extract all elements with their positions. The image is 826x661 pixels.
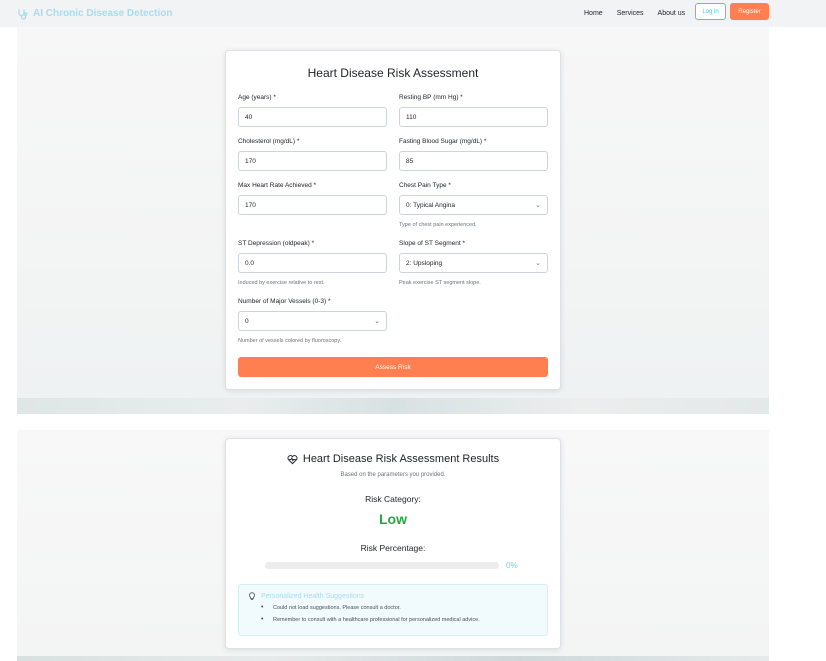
list-item: Remember to consult with a healthcare pr… bbox=[261, 616, 480, 623]
fasting-sugar-label: Fasting Blood Sugar (mg/dL) * bbox=[399, 138, 487, 145]
st-depression-value: 0.0 bbox=[245, 259, 255, 267]
suggestions-title-text: Personalized Health Suggestions bbox=[261, 593, 365, 600]
st-depression-help: Induced by exercise relative to rest. bbox=[238, 280, 325, 286]
register-button[interactable]: Register bbox=[730, 3, 769, 20]
stethoscope-icon bbox=[18, 9, 28, 20]
results-card: Heart Disease Risk Assessment Results Ba… bbox=[225, 438, 561, 649]
nav-home[interactable]: Home bbox=[584, 10, 603, 17]
resting-bp-label: Resting BP (mm Hg) * bbox=[399, 94, 463, 101]
cholesterol-input[interactable]: 170 bbox=[238, 151, 387, 171]
cholesterol-value: 170 bbox=[245, 157, 256, 165]
list-item: Could not load suggestions. Please consu… bbox=[261, 604, 480, 611]
vessels-value: 0 bbox=[245, 317, 249, 325]
risk-progress-bar bbox=[265, 562, 499, 569]
max-hr-value: 170 bbox=[245, 201, 256, 209]
navbar: AI Chronic Disease Detection Home Servic… bbox=[0, 0, 826, 27]
lightbulb-icon bbox=[249, 592, 255, 600]
max-hr-label: Max Heart Rate Achieved * bbox=[238, 182, 317, 189]
chevron-down-icon: ⌄ bbox=[535, 260, 541, 267]
suggestions-title: Personalized Health Suggestions bbox=[248, 592, 364, 601]
vessels-label: Number of Major Vessels (0-3) * bbox=[238, 298, 331, 305]
results-title: Heart Disease Risk Assessment Results bbox=[226, 453, 560, 465]
results-subtitle: Based on the parameters you provided. bbox=[340, 472, 446, 478]
slope-value: 2: Upsloping bbox=[406, 259, 443, 267]
chest-pain-help: Type of chest pain experienced. bbox=[399, 222, 477, 228]
max-hr-input[interactable]: 170 bbox=[238, 195, 387, 215]
st-depression-label: ST Depression (oldpeak) * bbox=[238, 240, 315, 247]
suggestions-list: Could not load suggestions. Please consu… bbox=[261, 604, 480, 629]
health-suggestions-panel: Personalized Health Suggestions Could no… bbox=[238, 584, 548, 636]
nav-services[interactable]: Services bbox=[617, 10, 644, 17]
chevron-down-icon: ⌄ bbox=[374, 318, 380, 325]
cholesterol-label: Cholesterol (mg/dL) * bbox=[238, 138, 300, 145]
brand-name: AI Chronic Disease Detection bbox=[33, 8, 173, 19]
chest-pain-select[interactable]: 0: Typical Angina ⌄ bbox=[399, 195, 548, 215]
login-button[interactable]: Log in bbox=[695, 3, 726, 20]
risk-category-label: Risk Category: bbox=[365, 494, 421, 504]
vessels-select[interactable]: 0 ⌄ bbox=[238, 311, 387, 331]
resting-bp-value: 110 bbox=[406, 113, 417, 121]
assessment-form-card: Heart Disease Risk Assessment Age (years… bbox=[225, 50, 561, 390]
chest-pain-label: Chest Pain Type * bbox=[399, 182, 451, 189]
risk-percentage-label: Risk Percentage: bbox=[360, 543, 426, 553]
brand[interactable]: AI Chronic Disease Detection bbox=[17, 8, 172, 20]
age-input[interactable]: 40 bbox=[238, 107, 387, 127]
heart-pulse-icon bbox=[287, 454, 298, 464]
slope-help: Peak exercise ST segment slope. bbox=[399, 280, 481, 286]
risk-percentage-value: 0% bbox=[506, 561, 518, 570]
risk-category-value: Low bbox=[379, 511, 407, 527]
chest-pain-value: 0: Typical Angina bbox=[406, 201, 456, 209]
nav-about[interactable]: About us bbox=[658, 10, 686, 17]
age-label: Age (years) * bbox=[238, 94, 276, 101]
slope-select[interactable]: 2: Upsloping ⌄ bbox=[399, 253, 548, 273]
fasting-sugar-value: 85 bbox=[406, 157, 414, 165]
nav-links: Home Services About us bbox=[584, 0, 699, 27]
st-depression-input[interactable]: 0.0 bbox=[238, 253, 387, 273]
vessels-help: Number of vessels colored by fluoroscopy… bbox=[238, 338, 342, 344]
slope-label: Slope of ST Segment * bbox=[399, 240, 466, 247]
resting-bp-input[interactable]: 110 bbox=[399, 107, 548, 127]
fasting-sugar-input[interactable]: 85 bbox=[399, 151, 548, 171]
chevron-down-icon: ⌄ bbox=[535, 202, 541, 209]
assess-risk-button[interactable]: Assess Risk bbox=[238, 357, 548, 377]
results-title-text: Heart Disease Risk Assessment Results bbox=[302, 453, 500, 465]
form-title: Heart Disease Risk Assessment bbox=[307, 66, 479, 80]
age-value: 40 bbox=[245, 113, 253, 121]
